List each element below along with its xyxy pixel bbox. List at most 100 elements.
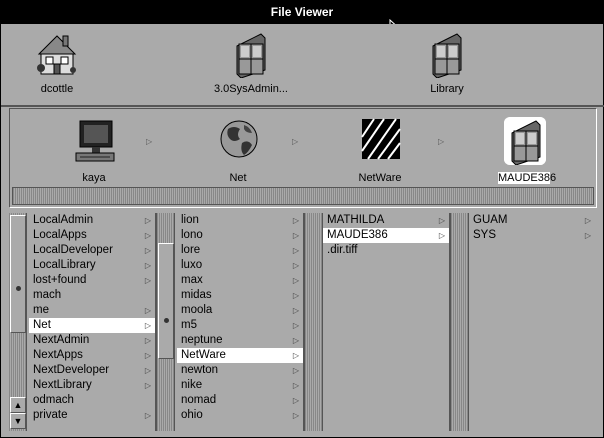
list-item[interactable]: nomad ▷ <box>177 393 303 408</box>
branch-arrow-icon: ▷ <box>292 216 299 225</box>
list-item-label: NextDeveloper <box>33 364 110 376</box>
netware-icon <box>361 118 401 160</box>
list-item[interactable]: odmach <box>29 393 155 408</box>
list-item-label: ohio <box>181 409 203 421</box>
list-item[interactable]: LocalApps ▷ <box>29 228 155 243</box>
divider <box>1 105 604 107</box>
shelf: dcottle 3.0SysAdmin... Library <box>1 24 603 106</box>
list-item[interactable]: NextLibrary ▷ <box>29 378 155 393</box>
list-item-label: LocalApps <box>33 229 87 241</box>
branch-arrow-icon: ▷ <box>144 246 151 255</box>
path-label: kaya <box>82 172 106 184</box>
branch-arrow-icon: ▷ <box>438 216 445 225</box>
branch-arrow-icon: ▷ <box>292 321 299 330</box>
list-item[interactable]: midas ▷ <box>177 288 303 303</box>
list-item[interactable]: lost+found ▷ <box>29 273 155 288</box>
column-3-list: MATHILDA ▷ MAUDE386 ▷ .dir.tiff <box>323 213 449 431</box>
list-item[interactable]: lore ▷ <box>177 243 303 258</box>
house-icon <box>37 35 77 75</box>
path-arrow-icon: ▷ <box>438 137 445 146</box>
branch-arrow-icon: ▷ <box>292 396 299 405</box>
knob-dimple-icon <box>164 318 169 323</box>
list-item[interactable]: LocalLibrary ▷ <box>29 258 155 273</box>
horizontal-scrollbar[interactable] <box>12 187 594 205</box>
list-item[interactable]: lion ▷ <box>177 213 303 228</box>
path-arrow-icon: ▷ <box>146 137 153 146</box>
list-item[interactable]: .dir.tiff <box>323 243 449 258</box>
path-label: Net <box>229 172 247 184</box>
list-item-label: SYS <box>473 229 497 241</box>
list-item[interactable]: LocalAdmin ▷ <box>29 213 155 228</box>
list-item-label: m5 <box>181 319 197 331</box>
column-4-scrollbar[interactable] <box>451 213 469 431</box>
list-item[interactable]: NextAdmin ▷ <box>29 333 155 348</box>
branch-arrow-icon: ▷ <box>144 231 151 240</box>
branch-arrow-icon: ▷ <box>144 321 151 330</box>
branch-arrow-icon: ▷ <box>144 366 151 375</box>
path-item-maude386[interactable]: MAUDE386 <box>476 117 572 187</box>
folder-icon <box>432 33 462 78</box>
list-item-label: NetWare <box>181 349 226 361</box>
list-item[interactable]: MAUDE386 ▷ <box>323 228 449 243</box>
branch-arrow-icon: ▷ <box>292 231 299 240</box>
branch-arrow-icon: ▷ <box>292 276 299 285</box>
branch-arrow-icon: ▷ <box>144 261 151 270</box>
list-item-label: lost+found <box>33 274 87 286</box>
list-item[interactable]: GUAM ▷ <box>469 213 595 228</box>
list-item[interactable]: nike ▷ <box>177 378 303 393</box>
column-1-scrollbar[interactable]: ▲ ▼ <box>9 213 27 431</box>
list-item[interactable]: moola ▷ <box>177 303 303 318</box>
path-item-net[interactable]: Net <box>190 117 286 187</box>
list-item[interactable]: MATHILDA ▷ <box>323 213 449 228</box>
scroll-knob[interactable] <box>10 215 26 333</box>
list-item-label: neptune <box>181 334 223 346</box>
path-item-netware[interactable]: NetWare <box>332 117 428 187</box>
list-item-label: GUAM <box>473 214 508 226</box>
list-item[interactable]: NetWare ▷ <box>177 348 303 363</box>
list-item[interactable]: lono ▷ <box>177 228 303 243</box>
list-item[interactable]: neptune ▷ <box>177 333 303 348</box>
branch-arrow-icon: ▷ <box>144 306 151 315</box>
list-item-label: newton <box>181 364 219 376</box>
column-2-scrollbar[interactable] <box>157 213 175 431</box>
shelf-item-3-0sysadmin[interactable]: 3.0SysAdmin... <box>201 28 301 100</box>
scroll-up-arrow-icon[interactable]: ▲ <box>10 397 26 413</box>
branch-arrow-icon: ▷ <box>144 216 151 225</box>
list-item[interactable]: mach <box>29 288 155 303</box>
branch-arrow-icon: ▷ <box>292 291 299 300</box>
branch-arrow-icon: ▷ <box>292 411 299 420</box>
column-4-list: GUAM ▷ SYS ▷ <box>469 213 595 431</box>
list-item[interactable]: max ▷ <box>177 273 303 288</box>
list-item-label: nomad <box>181 394 217 406</box>
list-item[interactable]: private ▷ <box>29 408 155 423</box>
list-item-label: .dir.tiff <box>327 244 358 256</box>
branch-arrow-icon: ▷ <box>292 351 299 360</box>
shelf-item-library[interactable]: Library <box>397 28 497 100</box>
path-label-selected: MAUDE386 <box>498 172 557 184</box>
list-item[interactable]: me ▷ <box>29 303 155 318</box>
scroll-down-arrow-icon[interactable]: ▼ <box>10 413 26 429</box>
branch-arrow-icon: ▷ <box>438 231 445 240</box>
column-3-scrollbar[interactable] <box>305 213 323 431</box>
shelf-label: Library <box>430 83 464 95</box>
shelf-label: 3.0SysAdmin... <box>214 83 288 95</box>
list-item[interactable]: LocalDeveloper ▷ <box>29 243 155 258</box>
list-item-label: MAUDE386 <box>327 229 388 241</box>
window-title[interactable]: File Viewer <box>1 1 603 24</box>
list-item-label: lono <box>181 229 203 241</box>
folder-icon <box>504 117 546 165</box>
list-item[interactable]: luxo ▷ <box>177 258 303 273</box>
column-1-list: LocalAdmin ▷ LocalApps ▷ LocalDeveloper ▷ Loca… <box>29 213 155 431</box>
list-item[interactable]: SYS ▷ <box>469 228 595 243</box>
scroll-knob[interactable] <box>158 243 174 359</box>
list-item[interactable]: Net ▷ <box>29 318 155 333</box>
list-item[interactable]: NextApps ▷ <box>29 348 155 363</box>
list-item-label: mach <box>33 289 62 301</box>
list-item[interactable]: NextDeveloper ▷ <box>29 363 155 378</box>
list-item[interactable]: newton ▷ <box>177 363 303 378</box>
list-item[interactable]: ohio ▷ <box>177 408 303 423</box>
list-item-label: NextAdmin <box>33 334 90 346</box>
path-item-kaya[interactable]: kaya <box>46 117 142 187</box>
shelf-item-dcottle[interactable]: dcottle <box>7 28 107 100</box>
list-item[interactable]: m5 ▷ <box>177 318 303 333</box>
